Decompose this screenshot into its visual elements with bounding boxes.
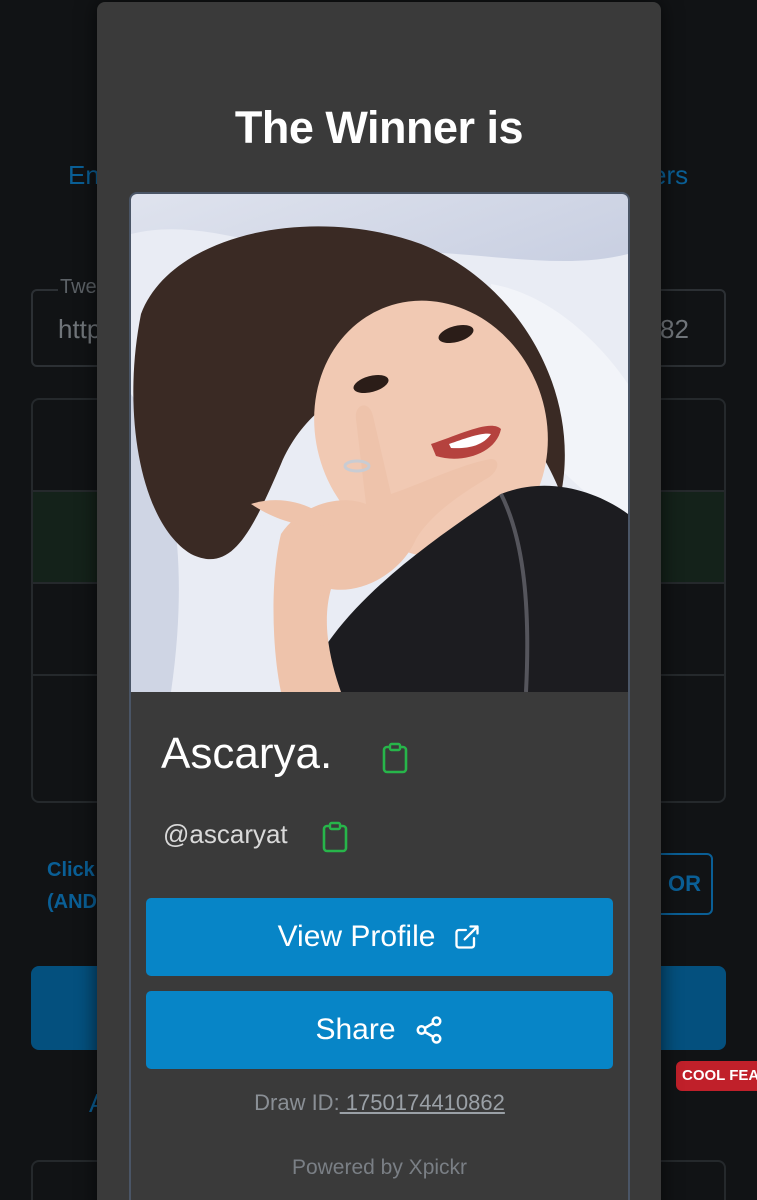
background-field-label: Twe (58, 276, 99, 299)
draw-id: Draw ID: 1750174410862 (131, 1090, 628, 1116)
winner-handle: @ascaryat (163, 819, 288, 849)
modal-title: The Winner is (234, 102, 524, 153)
background-click-line-2: (AND (47, 891, 97, 913)
share-nodes-icon (416, 1016, 442, 1044)
background-tab-left: En (68, 160, 100, 190)
clipboard-icon (382, 742, 408, 774)
background-click-text: Click (AND (47, 854, 97, 918)
background-field-value-right: 82 (660, 314, 689, 344)
powered-by: Powered by Xpickr (291, 1156, 468, 1179)
view-profile-button[interactable]: View Profile (146, 898, 613, 976)
copy-handle-icon[interactable] (321, 821, 349, 858)
background-field-value-left: http (58, 314, 102, 344)
draw-id-label: Draw ID: (254, 1090, 340, 1115)
background-cool-features-badge: COOL FEA (676, 1061, 757, 1091)
external-link-icon (455, 925, 480, 949)
winner-card: Ascarya. @ascaryat View Profile Share Dr… (129, 192, 630, 1200)
winner-profile-photo (131, 194, 628, 692)
winner-modal: The Winner is Ascarya. @ascaryat View Pr… (97, 2, 661, 1200)
copy-name-icon[interactable] (381, 742, 409, 779)
share-label: Share (315, 1013, 396, 1046)
draw-id-link[interactable]: 1750174410862 (340, 1090, 505, 1115)
share-button[interactable]: Share (146, 991, 613, 1069)
view-profile-label: View Profile (277, 920, 436, 953)
clipboard-icon (322, 821, 348, 853)
background-click-line-1: Click (47, 859, 95, 881)
winner-display-name: Ascarya. (161, 729, 333, 778)
profile-photo-illustration (131, 226, 628, 692)
